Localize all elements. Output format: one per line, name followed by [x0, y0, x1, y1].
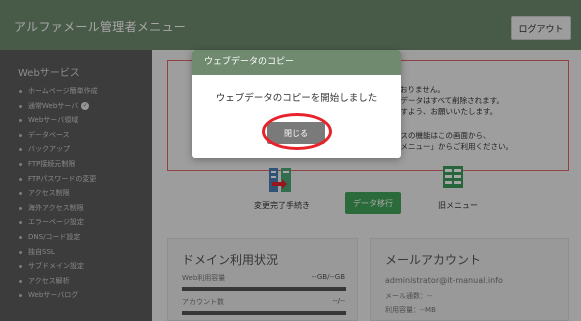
modal-overlay[interactable] [0, 0, 581, 321]
dialog-title: ウェブデータのコピー [192, 50, 401, 75]
highlight-circle [262, 113, 332, 150]
dialog-message: ウェブデータのコピーを開始しました [215, 93, 378, 104]
